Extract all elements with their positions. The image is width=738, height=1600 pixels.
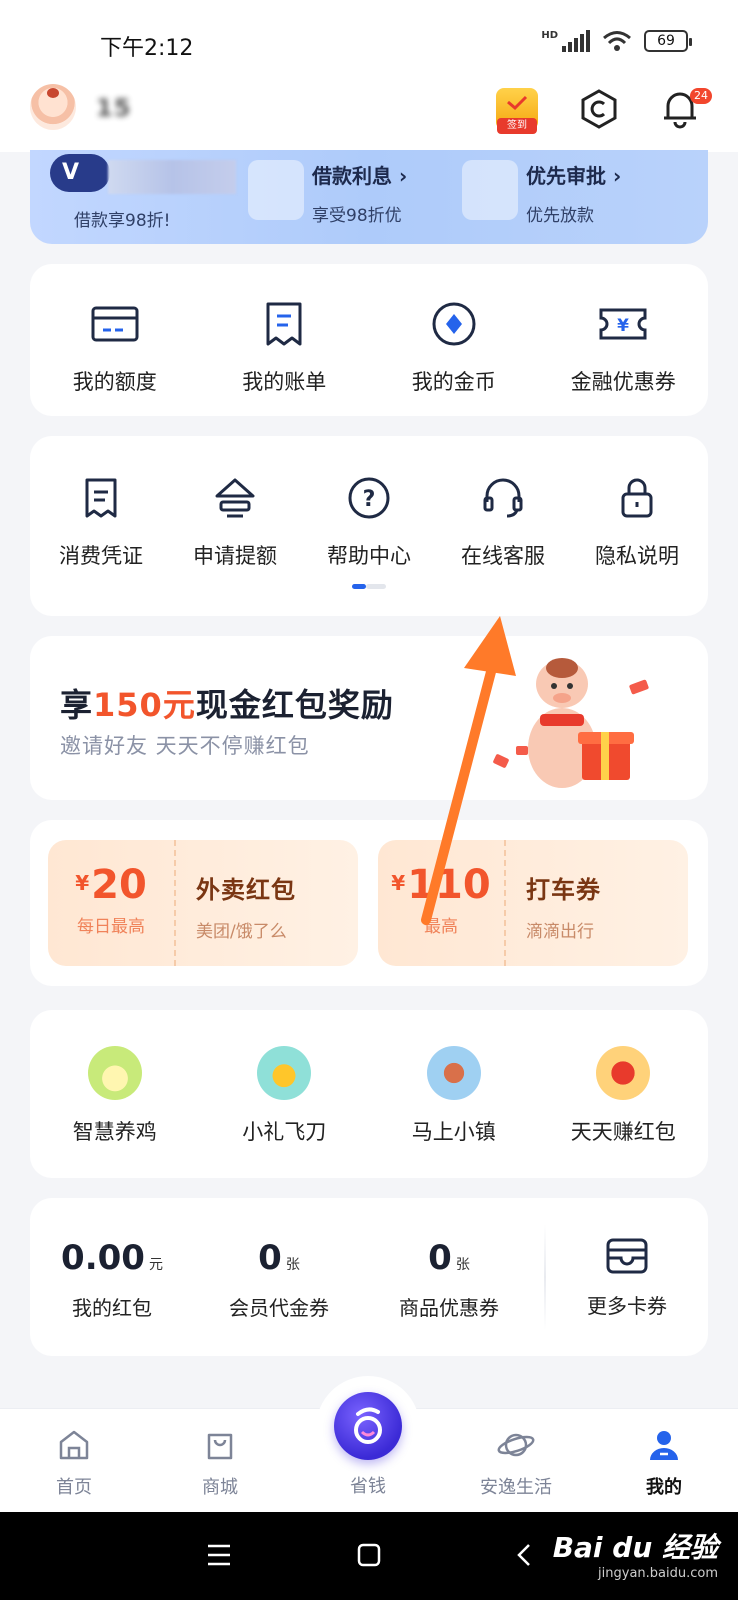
tab-mall[interactable]: 商城 <box>170 1427 270 1499</box>
game-town[interactable]: 马上小镇 <box>369 1046 539 1178</box>
quick-menu: 我的额度 我的账单 我的金币 ¥ 金融优惠券 <box>30 264 708 416</box>
more-cards-button[interactable]: 更多卡券 <box>546 1236 708 1319</box>
signal-icon: HD <box>541 30 590 52</box>
benefit-priority[interactable]: 优先审批 › 优先放款 <box>462 160 621 226</box>
chick-icon <box>87 1046 142 1100</box>
home-icon <box>59 1430 89 1460</box>
avatar[interactable] <box>30 84 76 130</box>
status-bar: 下午2:12 HD 69 <box>0 0 738 88</box>
benefit-interest[interactable]: 借款利息 › 享受98折优 <box>248 160 407 226</box>
baidu-watermark: Bai du 经验 jingyan.baidu.com <box>552 1531 718 1581</box>
menu-icon[interactable] <box>206 1542 232 1568</box>
status-time: 下午2:12 <box>100 36 194 61</box>
profile-icon <box>650 1431 678 1460</box>
yuan-ticket-icon: ¥ <box>599 308 647 340</box>
menu-receipt[interactable]: 消费凭证 <box>34 472 168 570</box>
card-wallet-icon <box>606 1238 648 1274</box>
svg-text:¥: ¥ <box>617 316 629 336</box>
coupon-taxi[interactable]: ¥110 最高 打车券 滴滴出行 <box>378 840 688 966</box>
invite-promo-card[interactable]: 享150元现金红包奖励 邀请好友 天天不停赚红包 <box>30 636 708 800</box>
knife-icon <box>257 1046 312 1100</box>
vip-badge: V <box>50 154 110 192</box>
games-card: 智慧养鸡 小礼飞刀 马上小镇 天天赚红包 <box>30 1010 708 1178</box>
menu-raise-limit[interactable]: 申请提额 <box>168 472 302 570</box>
menu-online-service[interactable]: 在线客服 <box>436 472 570 570</box>
shopping-bag-icon <box>207 1433 233 1460</box>
credit-card-icon <box>91 306 139 342</box>
vip-banner[interactable]: V 借款享98折! 借款利息 › 享受98折优 优先审批 › 优先放款 <box>30 150 708 244</box>
service-menu: 消费凭证 申请提额 ? 帮助中心 在线客服 隐私说明 <box>30 436 708 616</box>
phone-icon <box>248 160 304 220</box>
notification-badge: 24 <box>690 88 712 104</box>
wifi-icon <box>603 31 631 51</box>
checkin-button[interactable]: 签到 <box>496 88 538 134</box>
vip-title-obscured <box>108 160 236 194</box>
checkmark-icon <box>507 95 528 111</box>
menu-coupons[interactable]: ¥ 金融优惠券 <box>539 298 709 416</box>
vip-subtitle: 借款享98折! <box>74 211 171 231</box>
battery-icon: 69 <box>644 30 692 52</box>
menu-privacy[interactable]: 隐私说明 <box>570 472 704 570</box>
back-icon[interactable] <box>514 1542 534 1568</box>
checkin-label: 签到 <box>497 118 537 134</box>
tab-mine[interactable]: 我的 <box>614 1427 714 1499</box>
coin-icon <box>432 302 476 346</box>
promo-subtitle: 邀请好友 天天不停赚红包 <box>60 734 310 758</box>
username: 15 <box>96 94 132 122</box>
receipt-icon <box>85 478 117 518</box>
profile-header: 15 签到 24 <box>0 76 738 152</box>
raise-limit-icon <box>215 478 255 518</box>
headset-icon <box>483 478 523 518</box>
save-money-icon <box>354 1407 382 1444</box>
customer-hex-icon[interactable] <box>578 88 620 130</box>
tab-home[interactable]: 首页 <box>24 1427 124 1499</box>
bill-icon <box>266 302 302 346</box>
game-chicken[interactable]: 智慧养鸡 <box>30 1046 200 1178</box>
coupon-takeaway[interactable]: ¥20 每日最高 外卖红包 美团/饿了么 <box>48 840 358 966</box>
page-indicator <box>352 584 386 589</box>
document-icon <box>462 160 518 220</box>
game-red-packet[interactable]: 天天赚红包 <box>539 1046 709 1178</box>
coupons-card: ¥20 每日最高 外卖红包 美团/饿了么 ¥110 最高 打车券 滴滴出行 <box>30 820 708 986</box>
wallet-member-voucher[interactable]: 0张 会员代金券 <box>194 1238 364 1321</box>
wallet-card: 0.00 元 我的红包 0张 会员代金券 0张 商品优惠券 更多卡券 <box>30 1198 708 1356</box>
wallet-red-packet[interactable]: 0.00 元 我的红包 <box>30 1238 194 1321</box>
windmill-icon <box>426 1046 481 1100</box>
planet-icon <box>497 1433 535 1457</box>
svg-text:?: ? <box>363 487 376 512</box>
menu-my-limit[interactable]: 我的额度 <box>30 298 200 416</box>
tab-life[interactable]: 安逸生活 <box>466 1427 566 1499</box>
wallet-product-coupon[interactable]: 0张 商品优惠券 <box>364 1238 534 1321</box>
tab-save-money[interactable] <box>334 1392 402 1460</box>
menu-my-coins[interactable]: 我的金币 <box>369 298 539 416</box>
game-knife[interactable]: 小礼飞刀 <box>200 1046 370 1178</box>
help-icon: ? <box>348 477 390 519</box>
mascot-gift-icon <box>493 658 649 788</box>
home-square-icon[interactable] <box>356 1542 382 1568</box>
menu-help-center[interactable]: ? 帮助中心 <box>302 472 436 570</box>
menu-my-bill[interactable]: 我的账单 <box>200 298 370 416</box>
promo-title: 享150元现金红包奖励 <box>60 686 394 724</box>
red-packet-icon <box>596 1046 651 1100</box>
lock-icon <box>621 478 653 518</box>
tab-save-money-label: 省钱 <box>350 1476 386 1497</box>
system-indicators: HD 69 <box>541 30 692 52</box>
